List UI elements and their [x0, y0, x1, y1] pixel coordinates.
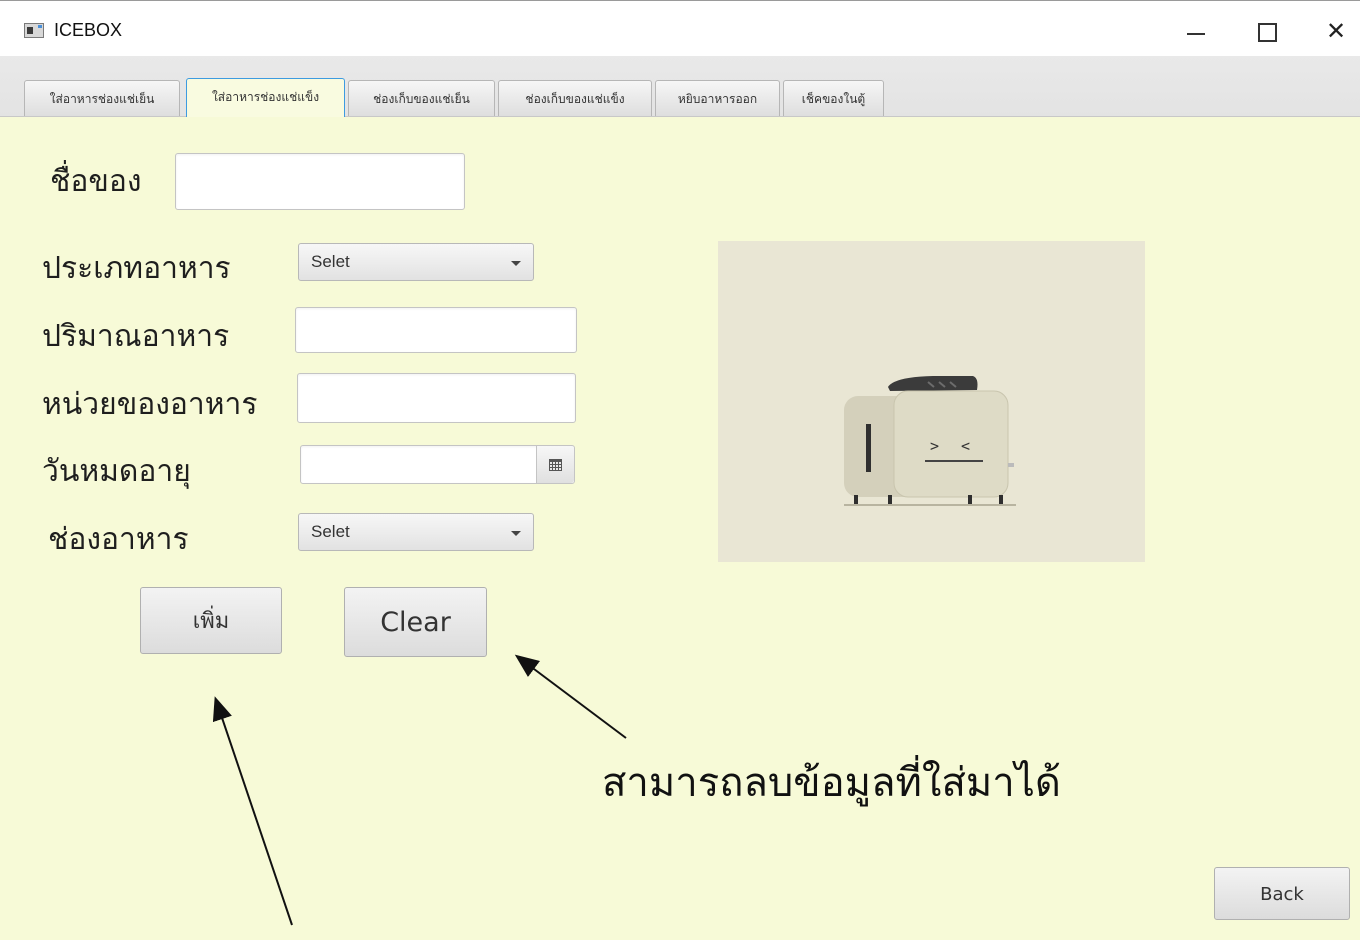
calendar-button[interactable] [536, 446, 574, 483]
tab-take-out[interactable]: หยิบอาหารออก [655, 80, 780, 116]
svg-text:>: > [930, 437, 939, 455]
minimize-button[interactable] [1176, 13, 1216, 49]
toaster-image: > < [718, 241, 1145, 562]
type-combobox[interactable]: Selet [298, 243, 534, 281]
expiry-date-picker[interactable] [300, 445, 575, 484]
quantity-input[interactable] [295, 307, 577, 353]
unit-label: หน่วยของอาหาร [42, 387, 258, 422]
chevron-down-icon [511, 531, 521, 536]
tab-freezer-add[interactable]: ใส่อาหารช่องแช่แข็ง [186, 78, 345, 117]
clear-button[interactable]: Clear [344, 587, 487, 657]
app-window-icon [24, 23, 44, 38]
expiry-label: วันหมดอายุ [42, 454, 191, 489]
quantity-label: ปริมาณอาหาร [42, 319, 230, 354]
name-input[interactable] [175, 153, 465, 210]
close-button[interactable]: ✕ [1316, 13, 1356, 49]
tab-fridge-storage[interactable]: ช่องเก็บของแช่เย็น [348, 80, 495, 116]
name-label: ชื่อของ [50, 164, 142, 199]
maximize-button[interactable] [1246, 13, 1286, 49]
tab-bar: ใส่อาหารช่องแช่เย็น ใส่อาหารช่องแช่แข็ง … [0, 56, 1360, 117]
window-title: ICEBOX [54, 20, 123, 40]
add-button[interactable]: เพิ่ม [140, 587, 282, 654]
tab-check-items[interactable]: เช็คของในตู้ [783, 80, 884, 116]
slot-label: ช่องอาหาร [48, 522, 189, 557]
annotation-text: สามารถลบข้อมูลที่ใส่มาได้ [602, 760, 1061, 806]
unit-input[interactable] [297, 373, 576, 423]
calendar-icon [549, 459, 562, 471]
slot-combobox-value: Selet [311, 522, 350, 541]
tab-content [0, 117, 1360, 940]
chevron-down-icon [511, 261, 521, 266]
type-combobox-value: Selet [311, 252, 350, 271]
svg-text:<: < [961, 437, 970, 455]
title-bar: ICEBOX ✕ [0, 0, 1360, 56]
tab-fridge-add[interactable]: ใส่อาหารช่องแช่เย็น [24, 80, 180, 116]
slot-combobox[interactable]: Selet [298, 513, 534, 551]
toaster-illustration: > < [718, 241, 1145, 562]
back-button[interactable]: Back [1214, 867, 1350, 920]
type-label: ประเภทอาหาร [42, 251, 231, 286]
tab-freezer-storage[interactable]: ช่องเก็บของแช่แข็ง [498, 80, 652, 116]
